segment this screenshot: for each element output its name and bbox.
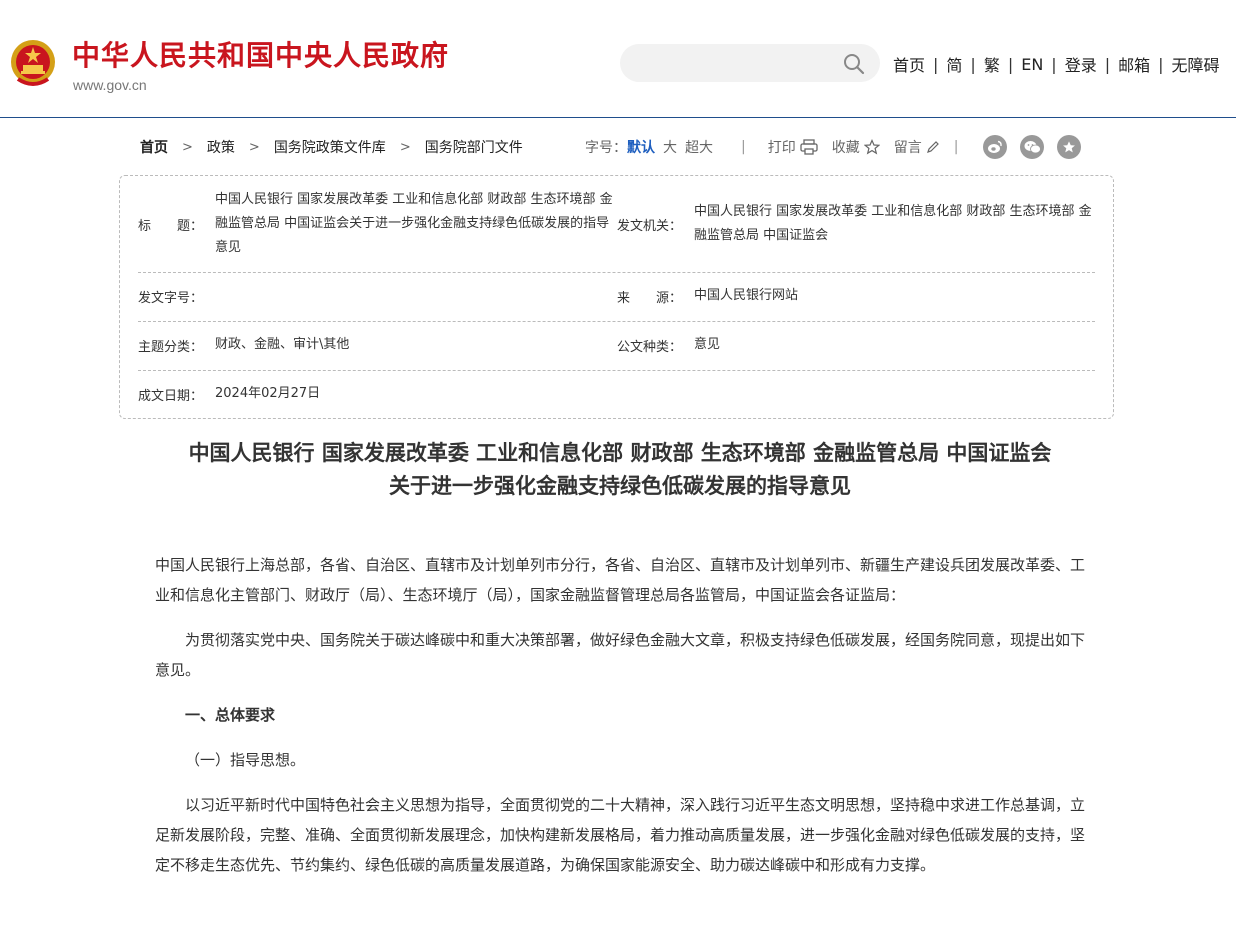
intro-paragraph: 为贯彻落实党中央、国务院关于碳达峰碳中和重大决策部署，做好绿色金融大文章，积极支… — [155, 631, 1086, 679]
font-size-large[interactable]: 大 — [663, 137, 677, 157]
tools-separator: | — [953, 139, 959, 155]
wechat-share-icon[interactable] — [1020, 135, 1045, 159]
national-emblem-icon[interactable] — [8, 37, 58, 89]
breadcrumb-home[interactable]: 首页 — [140, 137, 168, 157]
nav-accessibility-link[interactable]: 无障碍 — [1172, 52, 1220, 76]
doc-type-value: 意见 — [694, 337, 721, 352]
print-label: 打印 — [767, 140, 796, 156]
title-value: 中国人民银行 国家发展改革委 工业和信息化部 财政部 生态环境部 金融监管总局 … — [215, 192, 613, 255]
site-title[interactable]: 中华人民共和国中央人民政府 — [72, 38, 449, 74]
chevron-right-icon: > — [248, 139, 260, 155]
metadata-row-topic: 主题分类： 财政、金融、审计\其他 公文种类： 意见 — [138, 321, 1095, 371]
source-label: 来 源： — [617, 291, 683, 306]
breadcrumb-department-docs[interactable]: 国务院部门文件 — [425, 137, 523, 157]
nav-separator: | — [1007, 54, 1014, 74]
site-url: www.gov.cn — [73, 77, 147, 93]
chevron-right-icon: > — [182, 139, 193, 155]
breadcrumb-policy-library[interactable]: 国务院政策文件库 — [274, 137, 386, 157]
search-input[interactable] — [620, 44, 880, 82]
document-title: 中国人民银行 国家发展改革委 工业和信息化部 财政部 生态环境部 金融监管总局 … — [150, 436, 1090, 502]
weibo-share-icon[interactable] — [983, 135, 1008, 159]
font-size-xlarge[interactable]: 超大 — [685, 137, 713, 157]
nav-separator: | — [970, 54, 976, 74]
printer-icon — [800, 139, 818, 155]
title-label: 标 题： — [138, 219, 204, 234]
comment-label: 留言 — [893, 140, 922, 156]
tools-separator: | — [741, 139, 746, 155]
nav-login-link[interactable]: 登录 — [1065, 52, 1097, 76]
source-value: 中国人民银行网站 — [694, 288, 799, 303]
date-label: 成文日期： — [138, 389, 204, 404]
search-icon[interactable] — [842, 52, 866, 76]
metadata-row-title: 标 题： 中国人民银行 国家发展改革委 工业和信息化部 财政部 生态环境部 金融… — [138, 176, 1095, 273]
nav-mailbox-link[interactable]: 邮箱 — [1118, 52, 1150, 76]
subsection-heading: （一）指导思想。 — [185, 751, 306, 769]
issuer-label: 发文机关： — [617, 219, 683, 234]
breadcrumb-policy[interactable]: 政策 — [207, 137, 235, 157]
recipients-paragraph: 中国人民银行上海总部，各省、自治区、直辖市及计划单列市分行，各省、自治区、直辖市… — [155, 556, 1086, 604]
print-button[interactable]: 打印 — [768, 137, 818, 157]
nav-english-link[interactable]: EN — [1021, 55, 1043, 74]
nav-home-link[interactable]: 首页 — [893, 52, 925, 76]
star-icon — [863, 139, 880, 155]
nav-simplified-link[interactable]: 简 — [946, 52, 962, 76]
font-size-default[interactable]: 默认 — [627, 137, 655, 157]
nav-separator: | — [1051, 54, 1057, 74]
favorite-share-icon[interactable] — [1057, 135, 1082, 159]
body-paragraph: 以习近平新时代中国特色社会主义思想为指导，全面贯彻党的二十大精神，深入践行习近平… — [155, 796, 1086, 874]
comment-button[interactable]: 留言 — [894, 137, 940, 157]
top-nav: 首页 | 简 | 繁 | EN | 登录 | 邮箱 | 无障碍 — [893, 52, 1220, 76]
favorite-button[interactable]: 收藏 — [832, 137, 880, 157]
document-title-subject: 关于进一步强化金融支持绿色低碳发展的指导意见 — [389, 473, 851, 498]
issuer-value: 中国人民银行 国家发展改革委 工业和信息化部 财政部 生态环境部 金融监管总局 … — [694, 204, 1092, 243]
topic-label: 主题分类： — [138, 340, 204, 355]
document-title-issuers: 中国人民银行 国家发展改革委 工业和信息化部 财政部 生态环境部 金融监管总局 … — [188, 440, 1052, 465]
section-heading: 一、总体要求 — [185, 706, 276, 724]
font-size-label: 字号： — [585, 140, 627, 156]
nav-traditional-link[interactable]: 繁 — [984, 52, 1000, 76]
favorite-label: 收藏 — [831, 140, 860, 156]
breadcrumb: 首页 > 政策 > 国务院政策文件库 > 国务院部门文件 — [140, 134, 523, 160]
date-value: 2024年02月27日 — [215, 386, 321, 401]
document-metadata: 标 题： 中国人民银行 国家发展改革委 工业和信息化部 财政部 生态环境部 金融… — [119, 175, 1114, 419]
pencil-icon — [926, 141, 939, 153]
chevron-right-icon: > — [399, 139, 411, 155]
nav-separator: | — [1104, 54, 1111, 74]
topic-value: 财政、金融、审计\其他 — [215, 337, 350, 352]
metadata-row-docno: 发文字号： 来 源： 中国人民银行网站 — [138, 272, 1095, 322]
nav-separator: | — [1158, 54, 1164, 74]
doc-number-label: 发文字号： — [138, 291, 204, 306]
article-tools: 字号： 默认 大 超大 | 打印 收藏 留言 | — [585, 134, 1082, 160]
nav-separator: | — [933, 54, 939, 74]
site-header: 中华人民共和国中央人民政府 www.gov.cn 首页 | 简 | 繁 | EN… — [0, 0, 1236, 118]
metadata-row-date: 成文日期： 2024年02月27日 — [138, 370, 1095, 418]
doc-type-label: 公文种类： — [617, 340, 683, 355]
